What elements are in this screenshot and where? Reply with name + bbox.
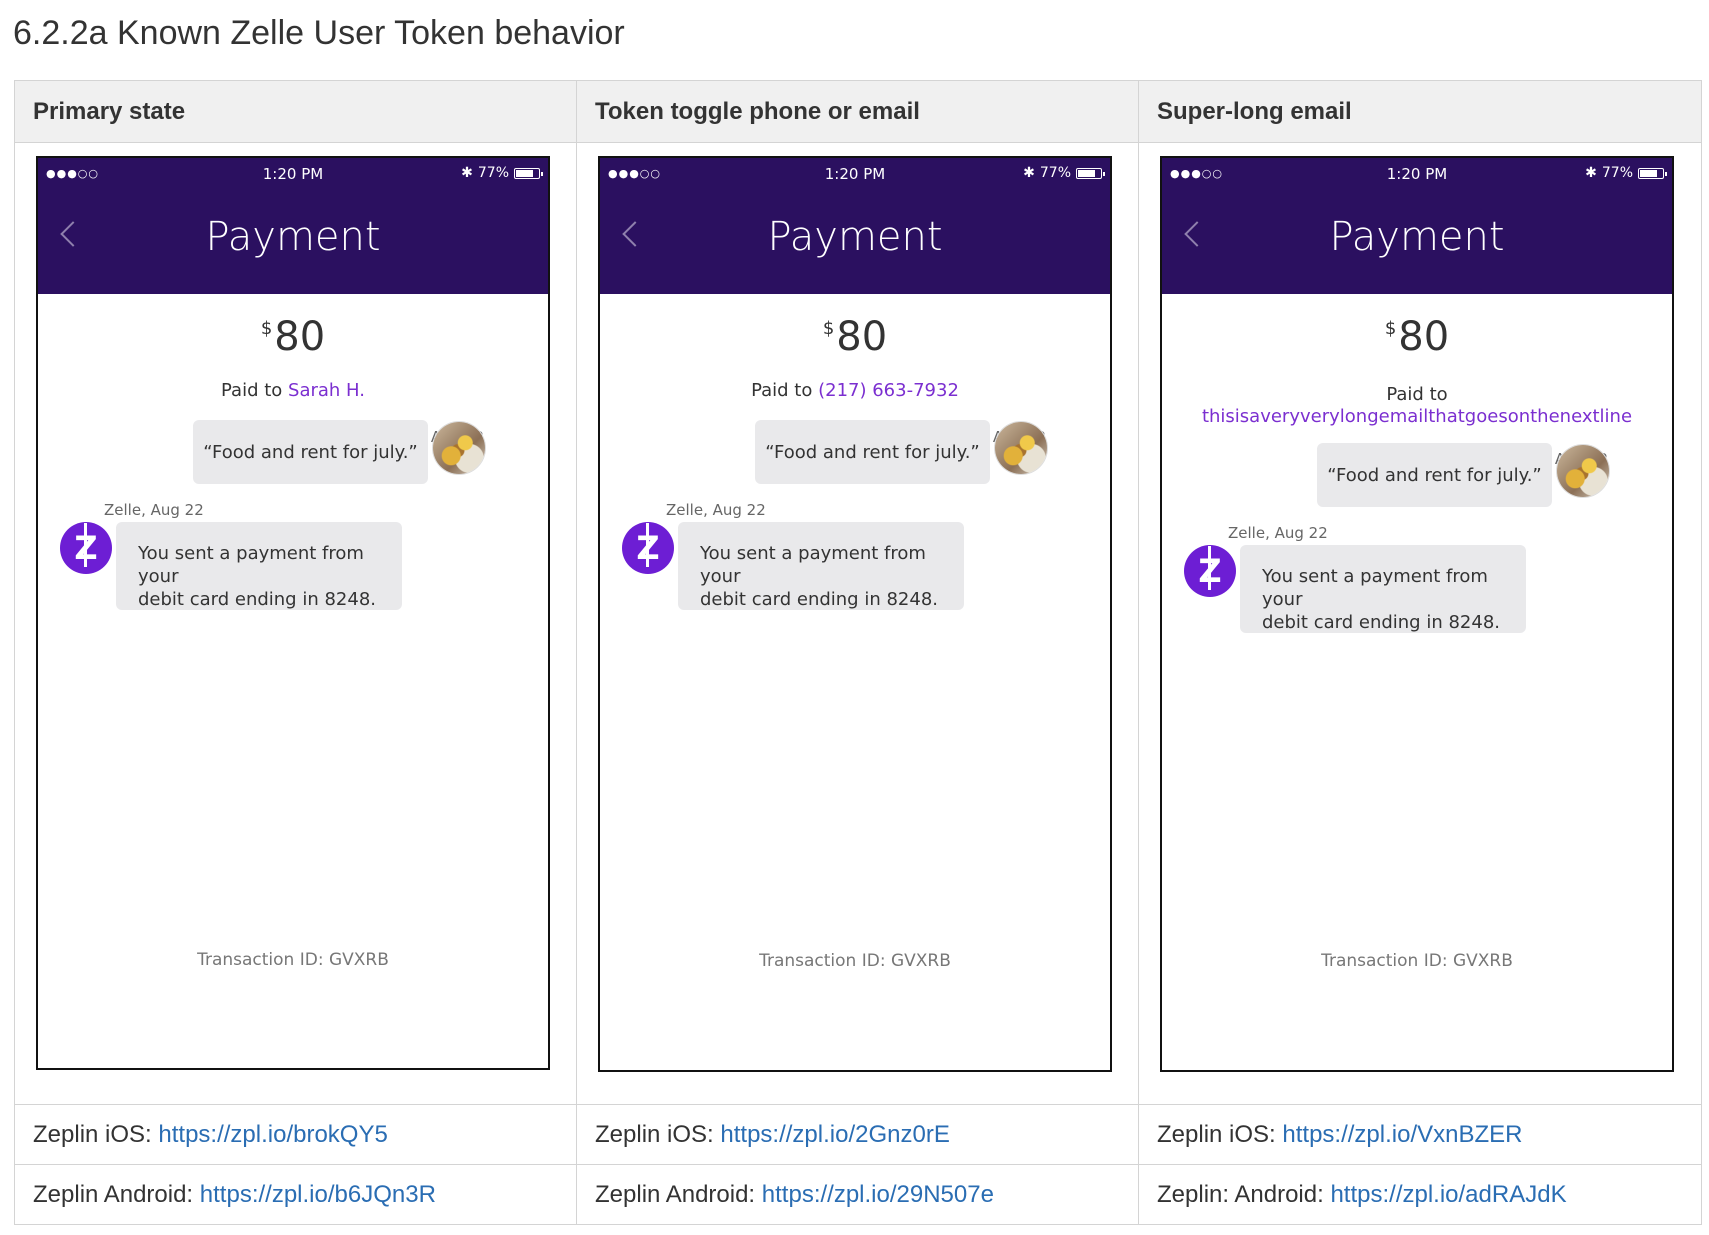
zelle-message-bubble: You sent a payment from your debit card e… bbox=[678, 522, 964, 610]
zelle-message-bubble: You sent a payment from your debit card e… bbox=[1240, 545, 1526, 633]
recipient-link[interactable]: (217) 663-7932 bbox=[818, 380, 959, 401]
zelle-message: You sent a payment from your debit card e… bbox=[700, 543, 938, 610]
zeplin-android-link[interactable]: https://zpl.io/b6JQn3R bbox=[200, 1181, 436, 1208]
column-header-super-long-email: Super-long email bbox=[1138, 80, 1702, 143]
bluetooth-icon: ✱ bbox=[1023, 165, 1035, 181]
battery-percent: 77% bbox=[1039, 165, 1071, 181]
bluetooth-icon: ✱ bbox=[1585, 165, 1597, 181]
sender-message: “Food and rent for july.” bbox=[1327, 464, 1542, 486]
zeplin-ios-label: Zeplin iOS: bbox=[33, 1120, 152, 1148]
zelle-logo-icon: Z bbox=[60, 522, 112, 574]
sender-message: “Food and rent for july.” bbox=[765, 441, 980, 463]
zeplin-ios-link[interactable]: https://zpl.io/brokQY5 bbox=[158, 1121, 387, 1148]
payment-amount: $80 bbox=[600, 314, 1110, 360]
sender-message-bubble: “Food and rent for july.” bbox=[1317, 443, 1552, 507]
currency-symbol: $ bbox=[260, 318, 273, 339]
zeplin-android-link[interactable]: https://zpl.io/29N507e bbox=[762, 1181, 994, 1208]
zeplin-ios-label: Zeplin iOS: bbox=[1157, 1120, 1276, 1148]
phone-screen-primary: ●●●○○ 1:20 PM ✱ 77% Payment $80 Paid to … bbox=[36, 156, 550, 1070]
zelle-message-bubble: You sent a payment from your debit card e… bbox=[116, 522, 402, 610]
zeplin-android-label: Zeplin Android: bbox=[33, 1180, 194, 1208]
zeplin-ios-link[interactable]: https://zpl.io/2Gnz0rE bbox=[720, 1121, 949, 1148]
sender-message: “Food and rent for july.” bbox=[203, 441, 418, 463]
amount-value: 80 bbox=[274, 314, 326, 360]
transaction-id: Transaction ID: GVXRB bbox=[197, 950, 389, 970]
spec-table: Primary state Token toggle phone or emai… bbox=[14, 80, 1702, 1225]
zeplin-android-row: Zeplin Android: https://zpl.io/b6JQn3R Z… bbox=[14, 1164, 1702, 1225]
screen-cell: ●●●○○ 1:20 PM ✱ 77% Payment $80 Paid to … bbox=[14, 142, 577, 1105]
nav-bar: ●●●○○ 1:20 PM ✱ 77% Payment bbox=[600, 158, 1110, 294]
paid-to: Paid to (217) 663-7932 bbox=[600, 380, 1110, 401]
battery-percent: 77% bbox=[477, 165, 509, 181]
transaction-id: Transaction ID: GVXRB bbox=[1321, 951, 1513, 971]
sender-message-bubble: “Food and rent for july.” bbox=[193, 420, 428, 484]
zelle-message: You sent a payment from your debit card e… bbox=[1262, 566, 1500, 633]
battery-icon bbox=[1076, 167, 1105, 179]
zelle-message: You sent a payment from your debit card e… bbox=[138, 543, 376, 610]
screen-cell: ●●●○○ 1:20 PM ✱ 77% Payment $80 Paid to … bbox=[576, 142, 1139, 1105]
zeplin-ios-label: Zeplin iOS: bbox=[595, 1120, 714, 1148]
page-title: 6.2.2a Known Zelle User Token behavior bbox=[13, 14, 625, 52]
phone-screen-token-toggle: ●●●○○ 1:20 PM ✱ 77% Payment $80 Paid to … bbox=[598, 156, 1112, 1072]
nav-title: Payment bbox=[767, 214, 943, 260]
status-right: ✱ 77% bbox=[1585, 165, 1667, 181]
zeplin-android-link[interactable]: https://zpl.io/adRAJdK bbox=[1330, 1181, 1566, 1208]
screen-cell: ●●●○○ 1:20 PM ✱ 77% Payment $80 Paid to t… bbox=[1138, 142, 1702, 1105]
paid-prefix: Paid to bbox=[751, 380, 813, 401]
zelle-logo-icon: Z bbox=[1184, 545, 1236, 597]
bluetooth-icon: ✱ bbox=[461, 165, 473, 181]
zeplin-android-label: Zeplin: Android: bbox=[1157, 1180, 1324, 1208]
column-header-token-toggle: Token toggle phone or email bbox=[576, 80, 1139, 143]
paid-prefix: Paid to bbox=[1386, 384, 1448, 405]
battery-percent: 77% bbox=[1601, 165, 1633, 181]
zelle-meta: Zelle, Aug 22 bbox=[1228, 524, 1328, 542]
zeplin-ios-cell: Zeplin iOS: https://zpl.io/brokQY5 bbox=[14, 1104, 577, 1165]
paid-to: Paid to Sarah H. bbox=[38, 380, 548, 401]
screens-row: ●●●○○ 1:20 PM ✱ 77% Payment $80 Paid to … bbox=[14, 142, 1702, 1105]
currency-symbol: $ bbox=[1384, 318, 1397, 339]
battery-icon bbox=[514, 167, 543, 179]
phone-screen-super-long-email: ●●●○○ 1:20 PM ✱ 77% Payment $80 Paid to t… bbox=[1160, 156, 1674, 1072]
zeplin-ios-cell: Zeplin iOS: https://zpl.io/2Gnz0rE bbox=[576, 1104, 1139, 1165]
zeplin-ios-cell: Zeplin iOS: https://zpl.io/VxnBZER bbox=[1138, 1104, 1702, 1165]
zeplin-android-cell: Zeplin: Android: https://zpl.io/adRAJdK bbox=[1138, 1164, 1702, 1225]
sender-message-bubble: “Food and rent for july.” bbox=[755, 420, 990, 484]
zeplin-android-cell: Zeplin Android: https://zpl.io/b6JQn3R bbox=[14, 1164, 577, 1225]
paid-prefix: Paid to bbox=[221, 380, 283, 401]
zelle-logo-icon: Z bbox=[622, 522, 674, 574]
nav-title: Payment bbox=[205, 214, 381, 260]
paid-to: Paid to thisisaveryverylongemailthatgoeso… bbox=[1162, 384, 1672, 428]
status-right: ✱ 77% bbox=[461, 165, 543, 181]
avatar bbox=[433, 422, 485, 474]
amount-value: 80 bbox=[836, 314, 888, 360]
battery-icon bbox=[1638, 167, 1667, 179]
zeplin-android-label: Zeplin Android: bbox=[595, 1180, 756, 1208]
avatar bbox=[995, 422, 1047, 474]
avatar bbox=[1557, 445, 1609, 497]
payment-amount: $80 bbox=[38, 314, 548, 360]
zelle-meta: Zelle, Aug 22 bbox=[104, 501, 204, 519]
zeplin-ios-row: Zeplin iOS: https://zpl.io/brokQY5 Zepli… bbox=[14, 1104, 1702, 1165]
transaction-id: Transaction ID: GVXRB bbox=[759, 951, 951, 971]
nav-title: Payment bbox=[1329, 214, 1505, 260]
status-right: ✱ 77% bbox=[1023, 165, 1105, 181]
zelle-meta: Zelle, Aug 22 bbox=[666, 501, 766, 519]
zeplin-ios-link[interactable]: https://zpl.io/VxnBZER bbox=[1282, 1121, 1522, 1148]
recipient-link[interactable]: thisisaveryverylongemailthatgoesonthenex… bbox=[1162, 406, 1672, 428]
currency-symbol: $ bbox=[822, 318, 835, 339]
column-header-primary-state: Primary state bbox=[14, 80, 577, 143]
nav-bar: ●●●○○ 1:20 PM ✱ 77% Payment bbox=[1162, 158, 1672, 294]
recipient-link[interactable]: Sarah H. bbox=[288, 380, 365, 401]
amount-value: 80 bbox=[1398, 314, 1450, 360]
nav-bar: ●●●○○ 1:20 PM ✱ 77% Payment bbox=[38, 158, 548, 294]
header-row: Primary state Token toggle phone or emai… bbox=[14, 80, 1702, 143]
zeplin-android-cell: Zeplin Android: https://zpl.io/29N507e bbox=[576, 1164, 1139, 1225]
payment-amount: $80 bbox=[1162, 314, 1672, 360]
